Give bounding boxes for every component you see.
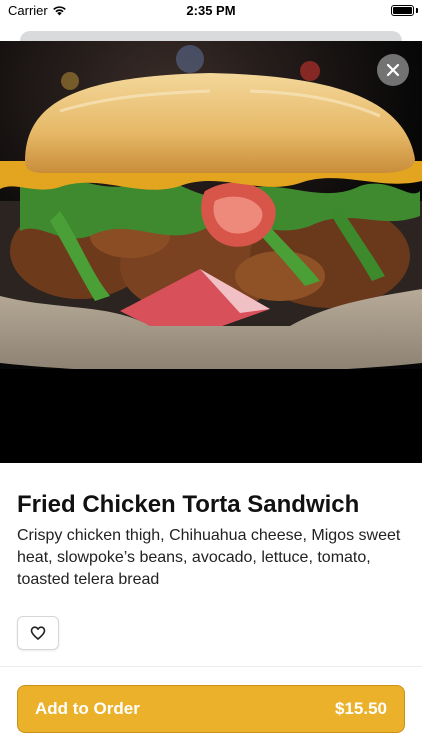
order-price: $15.50: [335, 699, 387, 718]
favorite-button[interactable]: [17, 616, 59, 650]
sandwich-illustration: [0, 41, 422, 463]
divider: [0, 666, 422, 667]
battery-icon: [391, 5, 414, 16]
item-photo: [0, 41, 422, 463]
status-bar: Carrier 2:35 PM: [0, 0, 422, 22]
item-description: Crispy chicken thigh, Chihuahua cheese, …: [17, 527, 401, 588]
close-button[interactable]: [377, 54, 409, 86]
clock: 2:35 PM: [186, 3, 236, 18]
item-title: Fried Chicken Torta Sandwich: [17, 491, 360, 518]
battery-cap: [416, 8, 418, 13]
add-to-order-label: Add to Order: [35, 699, 140, 718]
close-icon: [386, 63, 400, 77]
add-to-order-button[interactable]: Add to Order $15.50: [17, 685, 405, 733]
heart-icon: [30, 626, 46, 640]
